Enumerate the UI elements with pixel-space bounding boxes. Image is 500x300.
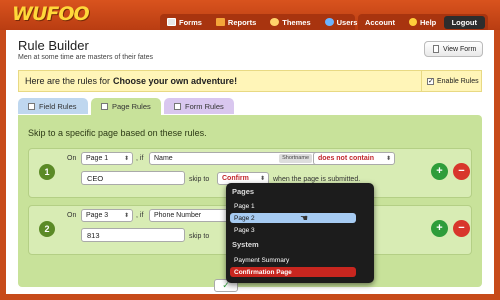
page-select[interactable]: Page 3 ⬍ (81, 209, 133, 222)
nav-forms[interactable]: Forms (160, 14, 209, 30)
rules-heading: Skip to a specific page based on these r… (28, 128, 207, 138)
dropdown-heading-system: System (232, 240, 259, 249)
remove-rule-button[interactable]: − (453, 220, 470, 237)
nav-help-label: Help (420, 17, 437, 27)
dropdown-option[interactable]: Page 3 (230, 225, 356, 235)
condition-select-value: does not contain (318, 155, 374, 162)
page-select-value: Page 3 (86, 212, 109, 219)
nav-account-label: Account (365, 17, 395, 27)
view-form-button[interactable]: View Form (424, 41, 483, 57)
field-select[interactable]: Name Shortname ⬍ (149, 152, 325, 165)
wufoo-logo[interactable]: WUFOO (12, 3, 90, 25)
nav-account[interactable]: Account (358, 14, 402, 30)
main-nav: Forms Reports Themes Users (160, 14, 358, 30)
themes-icon (270, 18, 280, 26)
rule-tabs: Field Rules Page Rules Form Rules (18, 98, 234, 115)
add-rule-button[interactable]: + (431, 163, 448, 180)
dropdown-heading-pages: Pages (232, 187, 255, 196)
tab-page-rules-label: Page Rules (112, 102, 151, 111)
nav-reports-label: Reports (227, 17, 257, 27)
add-rule-button[interactable]: + (431, 220, 448, 237)
dropdown-option[interactable]: Payment Summary (230, 255, 356, 265)
remove-rule-button[interactable]: − (453, 163, 470, 180)
nav-users-label: Users (336, 17, 358, 27)
tab-form-rules[interactable]: Form Rules (164, 98, 234, 114)
field-rules-icon (28, 102, 35, 110)
dropdown-option[interactable]: Confirmation Page (230, 267, 356, 277)
target-select-value: Confirm (222, 175, 249, 182)
on-label: On (67, 212, 77, 219)
nav-forms-label: Forms (179, 17, 202, 27)
enable-rules-toggle[interactable]: ✓ Enable Rules (421, 71, 481, 91)
field-select-value: Phone Number (154, 212, 202, 219)
reports-icon (215, 18, 225, 26)
document-icon (433, 45, 439, 53)
page-select-value: Page 1 (86, 155, 109, 162)
hand-cursor-icon: ☚ (300, 213, 309, 223)
chevron-down-icon: ⬍ (259, 176, 265, 182)
tab-form-rules-label: Form Rules (185, 101, 224, 111)
enable-rules-checkbox[interactable]: ✓ (427, 77, 434, 85)
rules-banner: Here are the rules for Choose your own a… (18, 70, 482, 92)
page-title: Rule Builder (18, 38, 89, 53)
form-rules-icon (174, 102, 181, 110)
view-form-label: View Form (443, 45, 477, 53)
forms-icon (167, 18, 176, 26)
nav-help[interactable]: Help (402, 14, 443, 30)
value-input[interactable]: 813 (81, 228, 185, 242)
on-label: On (67, 155, 77, 162)
rule-number: 1 (39, 164, 55, 180)
nav-themes[interactable]: Themes (263, 14, 317, 30)
users-icon (324, 18, 334, 26)
condition-select[interactable]: does not contain ⬍ (313, 152, 395, 165)
logout-button[interactable]: Logout (443, 15, 485, 29)
skip-to-label: skip to (189, 176, 210, 183)
chevron-down-icon: ⬍ (385, 156, 391, 162)
help-icon (409, 18, 417, 26)
skip-to-dropdown: Pages Page 1 Page 2 Page 3 System Paymen… (226, 183, 374, 283)
top-bar: WUFOO Forms Reports Themes Users Account… (0, 0, 500, 30)
page-rules-icon (101, 103, 108, 110)
chevron-down-icon: ⬍ (123, 156, 129, 162)
value-input[interactable]: CEO (81, 171, 185, 185)
account-nav: Account Help Logout (358, 14, 488, 30)
submit-note: when the page is submitted. (273, 176, 361, 183)
page-select[interactable]: Page 1 ⬍ (81, 152, 133, 165)
if-label: , if (136, 155, 144, 162)
rule-number: 2 (39, 221, 55, 237)
tab-page-rules[interactable]: Page Rules (91, 98, 161, 115)
dropdown-option[interactable]: Page 1 (230, 201, 356, 211)
banner-prefix: Here are the rules for (25, 76, 111, 86)
banner-form-name: Choose your own adventure! (113, 76, 238, 86)
nav-reports[interactable]: Reports (209, 14, 263, 30)
if-label: , if (136, 212, 144, 219)
chevron-down-icon: ⬍ (123, 213, 129, 219)
tab-field-rules[interactable]: Field Rules (18, 98, 88, 114)
shortname-badge: Shortname (279, 154, 312, 163)
nav-themes-label: Themes (282, 17, 311, 27)
page-subtitle: Men at some time are masters of their fa… (18, 54, 153, 61)
tab-field-rules-label: Field Rules (39, 101, 77, 111)
skip-to-label: skip to (189, 233, 210, 240)
enable-rules-label: Enable Rules (437, 77, 479, 85)
field-select-value: Name (154, 155, 173, 162)
dropdown-option-selected[interactable]: Page 2 (230, 213, 356, 223)
